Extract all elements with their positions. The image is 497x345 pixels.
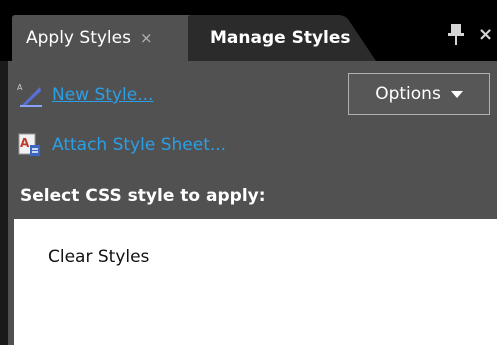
section-heading: Select CSS style to apply: bbox=[20, 186, 266, 206]
options-label: Options bbox=[375, 84, 441, 104]
new-style-icon: A bbox=[17, 83, 42, 107]
attach-stylesheet-icon: A bbox=[18, 133, 40, 156]
new-style-label[interactable]: New Style... bbox=[52, 85, 153, 105]
close-panel-icon[interactable]: × bbox=[478, 26, 493, 44]
tab-close-icon[interactable]: × bbox=[140, 30, 153, 46]
svg-text:A: A bbox=[20, 136, 30, 150]
tab-label: Manage Styles bbox=[210, 28, 351, 48]
new-style-link[interactable]: A New Style... bbox=[16, 81, 153, 109]
tab-apply-styles[interactable]: Apply Styles × bbox=[12, 15, 212, 61]
chevron-down-icon bbox=[450, 91, 463, 98]
list-item[interactable]: Clear Styles bbox=[48, 247, 149, 267]
css-style-list[interactable]: Clear Styles bbox=[14, 219, 497, 345]
pin-icon[interactable] bbox=[446, 23, 466, 47]
tab-manage-styles[interactable]: Manage Styles bbox=[188, 15, 376, 61]
tab-label: Apply Styles bbox=[26, 28, 131, 48]
attach-style-sheet-link[interactable]: A Attach Style Sheet... bbox=[16, 131, 226, 159]
options-dropdown-button[interactable]: Options bbox=[348, 73, 490, 115]
svg-text:A: A bbox=[17, 83, 23, 92]
attach-style-sheet-label[interactable]: Attach Style Sheet... bbox=[52, 135, 226, 155]
apply-styles-panel: A New Style... Options A Attach Style Sh… bbox=[0, 61, 497, 345]
tab-strip: Apply Styles × Manage Styles × bbox=[0, 0, 497, 61]
